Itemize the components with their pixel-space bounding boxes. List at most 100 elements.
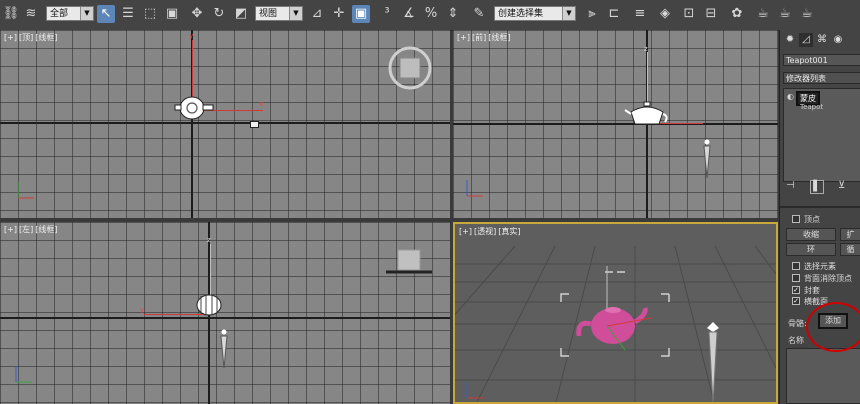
align-icon[interactable]: ⊏ — [605, 5, 623, 23]
grow-button[interactable]: 扩 — [840, 228, 860, 241]
rotate-icon[interactable]: ↻ — [210, 5, 228, 23]
move-icon[interactable]: ✥ — [188, 5, 206, 23]
stack-item-teapot[interactable]: Teapot — [800, 103, 823, 111]
gizmo-z-label: z — [207, 236, 211, 244]
bone-perspective[interactable] — [703, 320, 723, 404]
axis-tripod — [15, 366, 32, 383]
object-name-field[interactable]: Teapot001 — [783, 54, 860, 66]
rendered-frame-icon[interactable]: ☕ — [776, 5, 794, 23]
viewport-left[interactable]: [+] [左] [线框] y z — [0, 222, 450, 404]
create-icon[interactable]: ✹ — [783, 33, 797, 47]
render-icon[interactable]: ☕ — [798, 5, 816, 23]
vertex-label: 顶点 — [804, 215, 820, 224]
curve-editor-icon[interactable]: ⊡ — [680, 5, 698, 23]
layer-icon[interactable]: ≡ — [631, 5, 649, 23]
selection-set-value: 创建选择集 — [498, 9, 544, 19]
teapot-left-wireframe[interactable] — [194, 290, 224, 318]
angle-snap-icon[interactable]: ∡ — [400, 5, 418, 23]
gizmo-x-label: x — [259, 100, 264, 108]
bone-front[interactable] — [701, 138, 713, 180]
motion-icon[interactable]: ◉ — [831, 33, 845, 47]
viewcube-nav[interactable] — [386, 44, 434, 92]
reference-coord-select[interactable]: 视图 ▼ — [255, 6, 303, 21]
schematic-view-icon[interactable]: ⊟ — [702, 5, 720, 23]
bone-left[interactable] — [218, 328, 230, 370]
show-end-result-icon[interactable]: ▌ — [810, 180, 824, 194]
select-object-icon[interactable]: ↖ — [97, 5, 115, 23]
viewport-perspective[interactable]: [+] [透视] [真实] — [453, 222, 778, 404]
reference-coord-value: 视图 — [259, 9, 278, 19]
modifier-list-dropdown[interactable]: 修改器列表 — [783, 72, 860, 84]
viewport-shading[interactable]: [真实] — [498, 227, 520, 236]
modify-icon[interactable]: ◿ — [799, 33, 813, 47]
viewport-menu-plus[interactable]: [+] — [4, 33, 17, 42]
gizmo-z-label: z — [644, 45, 648, 53]
gizmo-y-label: y — [140, 306, 145, 314]
mirror-icon[interactable]: ⫸ — [583, 5, 601, 23]
viewcube-nav[interactable] — [384, 248, 434, 276]
viewport-persp-label[interactable]: [+] [透视] [真实] — [459, 226, 522, 237]
teapot-perspective[interactable] — [555, 264, 675, 364]
selection-filter-value: 全部 — [50, 9, 69, 19]
highlight-oval — [806, 302, 860, 352]
viewport-menu-plus[interactable]: [+] — [459, 227, 472, 236]
make-unique-icon[interactable]: ⊻ — [838, 180, 845, 191]
viewport-front[interactable]: [+] [前] [线框] z — [453, 30, 778, 218]
viewport-left-label[interactable]: [+] [左] [线框] — [4, 224, 59, 235]
selection-filter-select[interactable]: 全部 ▼ — [46, 6, 94, 21]
viewport-name[interactable]: [透视] — [474, 227, 496, 236]
modifier-stack[interactable]: ◐ 蒙皮 Teapot — [783, 88, 860, 182]
backface-checkbox[interactable] — [792, 274, 800, 282]
pivot-icon[interactable]: ⊿ — [308, 5, 326, 23]
link-icon[interactable]: ⛓ — [2, 5, 20, 23]
ring-button[interactable]: 环 — [786, 243, 836, 256]
chevron-down-icon: ▼ — [562, 7, 575, 20]
envelope-label: 封套 — [804, 286, 820, 295]
edit-named-sets-icon[interactable]: ✎ — [470, 5, 488, 23]
unlink-icon[interactable]: ≋ — [22, 5, 40, 23]
viewport-menu-plus[interactable]: [+] — [457, 33, 470, 42]
light-bulb-icon[interactable]: ◐ — [787, 92, 794, 101]
shrink-button[interactable]: 收缩 — [786, 228, 836, 241]
crosssection-checkbox[interactable]: ✓ — [792, 297, 800, 305]
material-editor-icon[interactable]: ✿ — [728, 5, 746, 23]
viewport-shading[interactable]: [线框] — [35, 225, 57, 234]
viewport-menu-plus[interactable]: [+] — [4, 225, 17, 234]
viewport-top-label[interactable]: [+] [顶] [线框] — [4, 32, 59, 43]
spinner-snap-icon[interactable]: ⇕ — [444, 5, 462, 23]
hierarchy-icon[interactable]: ⌘ — [815, 33, 829, 47]
named-selection-set-select[interactable]: 创建选择集 ▼ — [494, 6, 576, 21]
snap-icon[interactable]: ³ — [378, 5, 396, 23]
keyboard-shortcut-icon[interactable]: ▣ — [352, 5, 370, 23]
window-crossing-icon[interactable]: ▣ — [163, 5, 181, 23]
grid-axis-h — [0, 122, 450, 124]
envelope-checkbox[interactable]: ✓ — [792, 286, 800, 294]
rect-region-icon[interactable]: ⬚ — [141, 5, 159, 23]
loop-button[interactable]: 循 — [840, 243, 860, 256]
chevron-down-icon: ▼ — [289, 7, 302, 20]
render-setup-icon[interactable]: ☕ — [754, 5, 772, 23]
graphite-icon[interactable]: ◈ — [656, 5, 674, 23]
viewport-shading[interactable]: [线框] — [488, 33, 510, 42]
teapot-top-wireframe[interactable] — [174, 94, 216, 122]
viewport-shading[interactable]: [线框] — [35, 33, 57, 42]
axis-tripod — [466, 382, 483, 399]
viewport-front-label[interactable]: [+] [前] [线框] — [457, 32, 512, 43]
viewport-top[interactable]: [+] [顶] [线框] x y — [0, 30, 450, 218]
axis-tripod — [17, 182, 34, 199]
bones-list[interactable] — [786, 348, 860, 404]
viewport-name[interactable]: [顶] — [19, 33, 33, 42]
bone-top-marker[interactable] — [250, 121, 259, 128]
gizmo-y-label: y — [189, 32, 194, 40]
pin-stack-icon[interactable]: ⊣ — [786, 180, 795, 191]
scale-icon[interactable]: ◩ — [232, 5, 250, 23]
teapot-front-wireframe[interactable] — [623, 100, 671, 128]
select-manipulate-icon[interactable]: ✛ — [330, 5, 348, 23]
viewport-name[interactable]: [前] — [472, 33, 486, 42]
percent-snap-icon[interactable]: % — [422, 5, 440, 23]
select-element-checkbox[interactable] — [792, 262, 800, 270]
viewport-name[interactable]: [左] — [19, 225, 33, 234]
select-by-name-icon[interactable]: ☰ — [119, 5, 137, 23]
vertex-checkbox[interactable] — [792, 215, 800, 223]
main-toolbar: ⛓ ≋ 全部 ▼ ↖ ☰ ⬚ ▣ ✥ ↻ ◩ 视图 ▼ ⊿ ✛ ▣ ³ ∡ % … — [0, 0, 860, 31]
